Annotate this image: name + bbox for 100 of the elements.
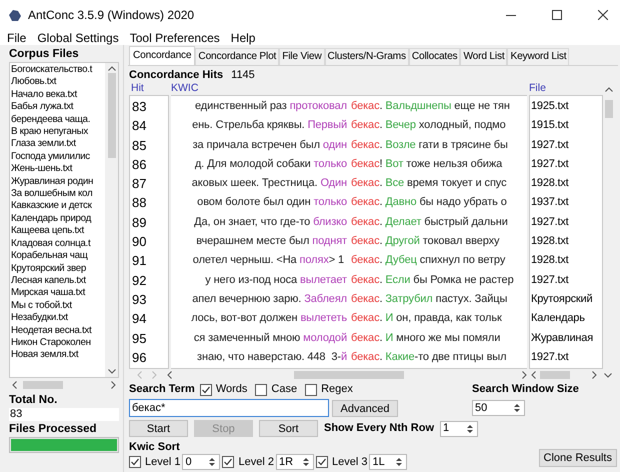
tab[interactable]: Clusters/N-Grams bbox=[324, 48, 409, 65]
minimize-icon[interactable] bbox=[506, 14, 516, 16]
file-list-item[interactable]: За волшебным кол bbox=[11, 188, 105, 200]
file-list-item[interactable]: Корабельная чащ bbox=[11, 250, 105, 262]
tab[interactable]: Keyword List bbox=[507, 48, 570, 65]
file-list-item[interactable]: Жень-шень.txt bbox=[11, 163, 105, 176]
file-list-item[interactable]: В краю непуганых bbox=[11, 126, 105, 138]
table-cell-text: 1927.txt bbox=[530, 272, 570, 288]
scroll-thumb[interactable] bbox=[23, 380, 63, 388]
tab[interactable]: Collocates bbox=[408, 48, 460, 65]
maximize-icon[interactable] bbox=[552, 10, 562, 20]
action-button[interactable]: Start bbox=[129, 420, 188, 437]
tab[interactable]: Word List bbox=[460, 48, 508, 65]
menu-item[interactable]: File bbox=[7, 28, 26, 46]
column-header[interactable]: KWIC bbox=[171, 82, 529, 95]
scroll-down-icon[interactable] bbox=[108, 369, 116, 374]
tab[interactable]: File View bbox=[279, 48, 325, 65]
spin-arrows-icon[interactable] bbox=[207, 456, 218, 468]
file-list-item[interactable]: Господа умилилис bbox=[11, 150, 105, 164]
level-spinner[interactable]: 0 bbox=[182, 454, 220, 470]
concordance-line: олетел черныш. <На полях> 1 бекас. Дубец спихнул по ветру bbox=[192, 253, 506, 268]
file-list-item[interactable]: Богоискательство.t bbox=[11, 64, 105, 76]
concordance-line: д. Для молодой собаки только бекас! Вот тоже нельзя обижа bbox=[194, 156, 504, 172]
file-list-item[interactable]: Неодетая весна.txt bbox=[11, 324, 105, 337]
table-cell-text: 85 bbox=[131, 136, 148, 155]
checkbox[interactable] bbox=[305, 384, 318, 396]
file-list-item[interactable]: Никон Староколен bbox=[11, 336, 105, 350]
section-label: Corpus Files bbox=[9, 48, 80, 61]
scroll-down-icon[interactable] bbox=[604, 372, 612, 378]
file-list-item[interactable]: Любовь.txt bbox=[11, 76, 105, 89]
menu-item[interactable]: Help bbox=[230, 28, 256, 46]
spin-arrows-icon[interactable] bbox=[465, 422, 476, 434]
column-header[interactable]: File bbox=[529, 82, 597, 95]
file-list-item[interactable]: Мы с тобой.txt bbox=[11, 300, 105, 312]
file-list-item[interactable]: Глаза земли.txt bbox=[11, 138, 105, 151]
table-cell-text: 87 bbox=[131, 175, 148, 194]
concordance-line: за причала встречен был один бекас. Возле гати в трясине бы bbox=[192, 138, 509, 153]
level-spinner[interactable]: 1R bbox=[276, 454, 314, 470]
scroll-thumb[interactable] bbox=[294, 371, 404, 379]
nth-row-label: Show Every Nth Row bbox=[324, 421, 434, 436]
window-size-spinner[interactable]: 50 bbox=[472, 400, 525, 416]
file-list-item[interactable]: берендеева чаща. bbox=[11, 114, 105, 126]
checkbox[interactable] bbox=[200, 384, 212, 396]
file-list-item[interactable]: Новая земля.txt bbox=[11, 349, 105, 362]
app-icon bbox=[8, 8, 22, 22]
scroll-right-icon[interactable] bbox=[111, 380, 116, 388]
scroll-thumb[interactable] bbox=[540, 371, 570, 379]
table-cell-text: 1927.txt bbox=[530, 214, 570, 230]
level-spinner[interactable]: 1L bbox=[369, 454, 408, 470]
vertical-scrollbar[interactable] bbox=[105, 63, 118, 377]
clone-results-button[interactable]: Clone Results bbox=[538, 449, 617, 468]
close-icon[interactable] bbox=[598, 10, 608, 20]
checkbox-label: Case bbox=[271, 382, 298, 398]
files-processed-label: Files Processed bbox=[9, 423, 98, 436]
column-header[interactable]: Hit bbox=[129, 82, 171, 95]
scroll-left-icon[interactable] bbox=[12, 380, 17, 388]
menu-item[interactable]: Global Settings bbox=[37, 28, 119, 46]
checkbox[interactable] bbox=[222, 456, 234, 468]
scroll-up-icon[interactable] bbox=[605, 87, 613, 92]
spin-arrows-icon[interactable] bbox=[394, 456, 404, 468]
checkbox-label: Words bbox=[216, 382, 248, 398]
file-list-item[interactable]: Начало века.txt bbox=[11, 88, 105, 102]
search-field[interactable]: бекас* bbox=[129, 399, 329, 417]
file-list-item[interactable]: Бабья лужа.txt bbox=[11, 101, 105, 114]
scroll-thumb[interactable] bbox=[108, 73, 116, 158]
spin-arrows-icon[interactable] bbox=[300, 456, 311, 468]
file-list-item[interactable]: Крутоярский звер bbox=[11, 262, 105, 275]
file-list-item[interactable]: Мирская чаша.txt bbox=[11, 287, 105, 300]
section-label: Concordance Hits bbox=[129, 68, 224, 83]
concordance-line: ся замеченный мною молодой бекас. И много же мы помяли bbox=[192, 330, 502, 346]
table-cell-text: 1915.txt bbox=[530, 118, 570, 134]
file-list-item[interactable]: Журавлиная родин bbox=[11, 176, 105, 188]
file-list-item[interactable]: Кащеева цепь.txt bbox=[11, 225, 105, 238]
scroll-up-icon[interactable] bbox=[108, 66, 116, 71]
scroll-thumb[interactable] bbox=[605, 100, 613, 118]
advanced-button[interactable]: Advanced bbox=[332, 400, 398, 416]
file-list-item[interactable]: Лесная капель.txt bbox=[11, 274, 105, 288]
menu-item[interactable]: Tool Preferences bbox=[130, 28, 220, 46]
action-button[interactable]: Sort bbox=[259, 420, 318, 437]
concordance-line: единственный раз протоковал бекас. Вальдшнепы еще не тян bbox=[194, 99, 511, 114]
file-list-item[interactable]: Кладовая солнца.t bbox=[11, 238, 105, 250]
table-cell-text: 91 bbox=[131, 252, 148, 270]
tab[interactable]: Concordance Plot bbox=[195, 48, 280, 65]
table-cell-text: Журавлиная bbox=[530, 330, 594, 346]
scroll-left-icon[interactable] bbox=[531, 371, 536, 379]
concordance-line: овом болоте был один только бекас. Давно бы надо убрать о bbox=[196, 195, 508, 210]
file-list-item[interactable]: Незабудки.txt bbox=[11, 312, 105, 325]
tab[interactable]: Concordance bbox=[129, 46, 196, 65]
nth-row-spinner[interactable]: 1 bbox=[440, 420, 478, 436]
table-cell-text: 92 bbox=[131, 272, 148, 290]
spin-arrows-icon[interactable] bbox=[512, 402, 522, 414]
scroll-left-icon[interactable] bbox=[167, 371, 172, 379]
table-cell-text: 89 bbox=[131, 214, 148, 232]
checkbox[interactable] bbox=[255, 384, 268, 396]
checkbox[interactable] bbox=[316, 456, 328, 468]
scroll-right-icon[interactable] bbox=[522, 371, 527, 379]
file-list-item[interactable]: Кавказские и детск bbox=[11, 200, 105, 213]
file-list-item[interactable]: Календарь природ bbox=[11, 212, 105, 226]
scroll-right-icon[interactable] bbox=[592, 371, 597, 379]
checkbox[interactable] bbox=[129, 456, 141, 468]
